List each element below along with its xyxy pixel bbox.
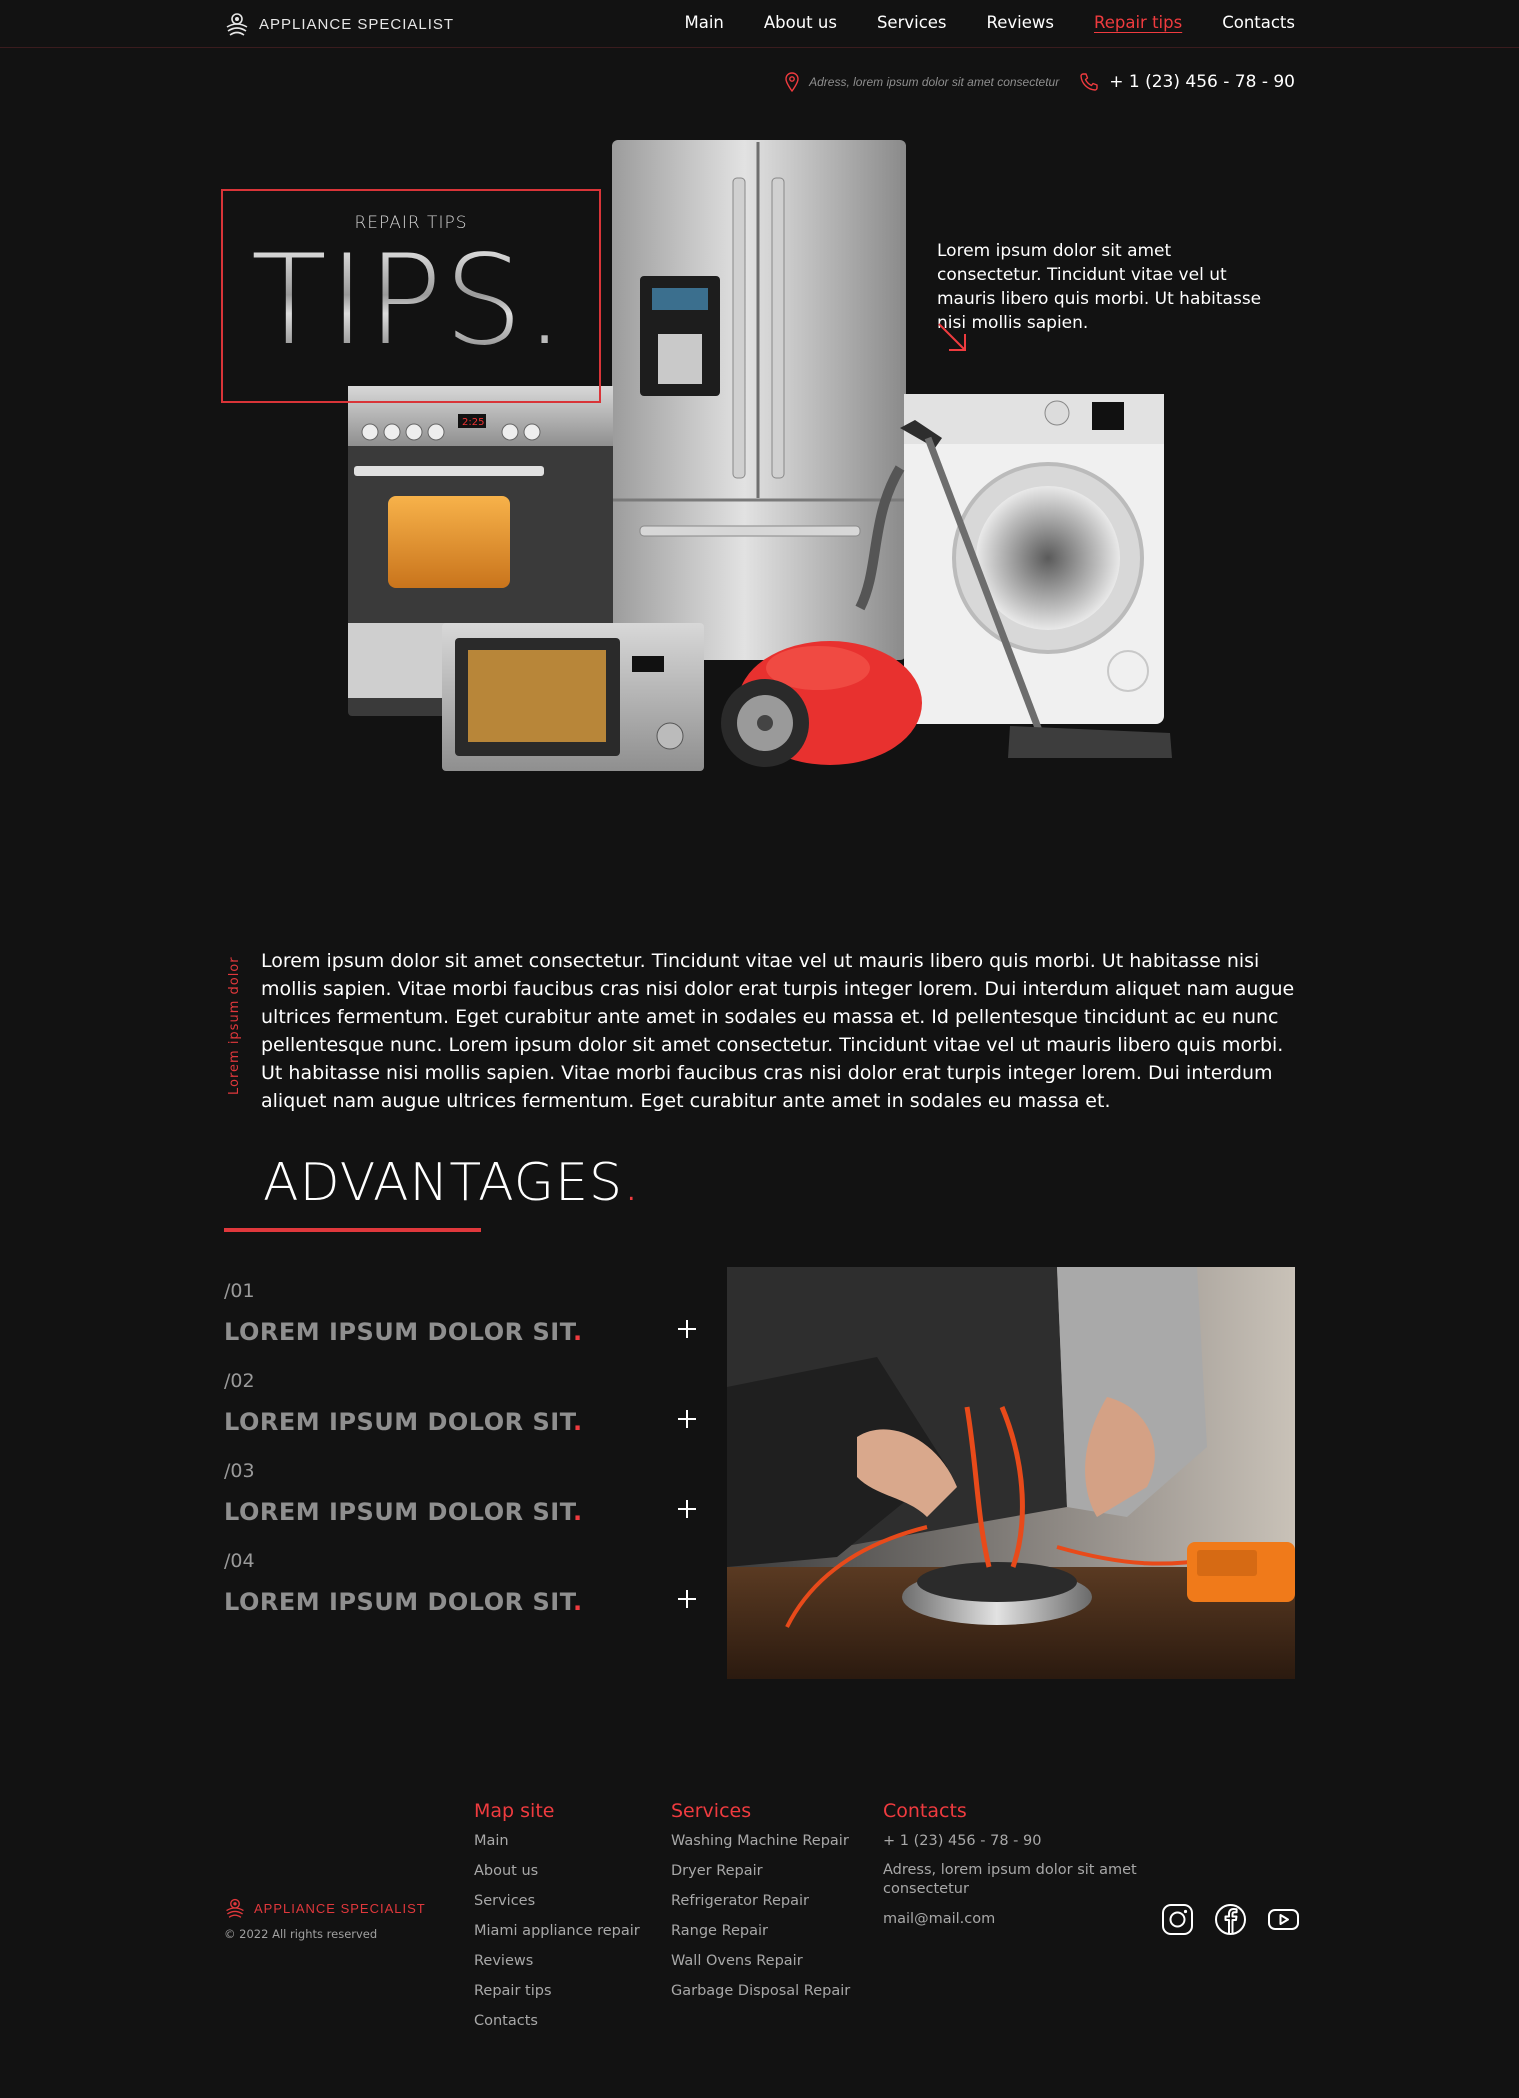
nav-services[interactable]: Services: [877, 13, 947, 32]
advantage-number: /01: [224, 1280, 255, 1302]
advantages-title-text: ADVANTAGES: [263, 1153, 623, 1213]
advantage-dot: .: [572, 1498, 583, 1526]
footer-address: Adress, lorem ipsum dolor sit amet conse…: [883, 1862, 1137, 1897]
phone-icon: [1080, 73, 1098, 91]
advantage-heading: LOREM IPSUM DOLOR SIT.: [224, 1498, 696, 1526]
advantage-item[interactable]: /02 LOREM IPSUM DOLOR SIT.: [224, 1370, 696, 1460]
vertical-section-label: Lorem ipsum dolor: [227, 956, 242, 1095]
plus-icon[interactable]: [678, 1410, 696, 1428]
plus-icon[interactable]: [678, 1500, 696, 1518]
footer-link[interactable]: Garbage Disposal Repair: [671, 1981, 850, 2001]
footer-link[interactable]: Dryer Repair: [671, 1861, 850, 1881]
footer-map-site: Map site Main About us Services Miami ap…: [474, 1800, 640, 2041]
advantage-heading: LOREM IPSUM DOLOR SIT.: [224, 1318, 696, 1346]
arrow-down-right-icon[interactable]: [937, 322, 969, 354]
footer-col-title: Contacts: [883, 1800, 967, 1822]
advantage-item[interactable]: /01 LOREM IPSUM DOLOR SIT.: [224, 1280, 696, 1370]
advantage-number: /02: [224, 1370, 255, 1392]
hero-title-dot: .: [524, 229, 567, 373]
contact-bar: Adress, lorem ipsum dolor sit amet conse…: [785, 72, 1295, 92]
repair-technician-photo: [727, 1267, 1295, 1679]
plus-icon[interactable]: [678, 1320, 696, 1338]
logo-text: APPLIANCE SPECIALIST: [259, 15, 455, 33]
advantage-number: /03: [224, 1460, 255, 1482]
advantages-title-dot: .: [622, 1153, 641, 1213]
advantage-heading: LOREM IPSUM DOLOR SIT.: [224, 1408, 696, 1436]
logo-icon: [226, 13, 248, 36]
header-phone[interactable]: + 1 (23) 456 - 78 - 90: [1109, 72, 1295, 92]
footer-email[interactable]: mail@mail.com: [883, 1909, 1143, 1929]
nav-repair-tips[interactable]: Repair tips: [1094, 13, 1182, 32]
main-nav: Main About us Services Reviews Repair ti…: [644, 13, 1295, 32]
svg-text:2:25: 2:25: [462, 417, 484, 428]
footer-link[interactable]: Refrigerator Repair: [671, 1891, 850, 1911]
advantage-dot: .: [572, 1318, 583, 1346]
footer-link[interactable]: Washing Machine Repair: [671, 1831, 850, 1851]
footer-contacts: Contacts + 1 (23) 456 - 78 - 90 Adress, …: [883, 1800, 1143, 1939]
advantage-number: /04: [224, 1550, 255, 1572]
footer-link[interactable]: Range Repair: [671, 1921, 850, 1941]
nav-about-us[interactable]: About us: [764, 13, 837, 32]
nav-reviews[interactable]: Reviews: [987, 13, 1054, 32]
copyright: © 2022 All rights reserved: [224, 1927, 378, 1941]
footer-services: Services Washing Machine Repair Dryer Re…: [671, 1800, 850, 2011]
footer-link[interactable]: Miami appliance repair: [474, 1921, 640, 1941]
plus-icon[interactable]: [678, 1590, 696, 1608]
hero-side-text: Lorem ipsum dolor sit amet consectetur. …: [937, 241, 1262, 333]
advantage-label: LOREM IPSUM DOLOR SIT: [224, 1588, 573, 1616]
nav-main[interactable]: Main: [684, 13, 723, 32]
advantage-dot: .: [572, 1588, 583, 1616]
hero-title: TIPS.: [251, 239, 566, 363]
advantages-underline: [224, 1228, 481, 1232]
header-address: Adress, lorem ipsum dolor sit amet conse…: [809, 75, 1060, 89]
logo-icon: [226, 1898, 244, 1918]
footer-link[interactable]: Reviews: [474, 1951, 640, 1971]
about-paragraph: Lorem ipsum dolor sit amet consectetur. …: [261, 950, 1295, 1112]
instagram-icon[interactable]: [1161, 1903, 1194, 1936]
footer-col-title: Map site: [474, 1800, 555, 1822]
youtube-icon[interactable]: [1267, 1903, 1300, 1936]
footer-link[interactable]: Services: [474, 1891, 640, 1911]
site-header: APPLIANCE SPECIALIST Main About us Servi…: [0, 0, 1519, 48]
hero-title-text: TIPS: [251, 229, 525, 373]
footer-link[interactable]: Main: [474, 1831, 640, 1851]
facebook-icon[interactable]: [1214, 1903, 1247, 1936]
advantage-heading: LOREM IPSUM DOLOR SIT.: [224, 1588, 696, 1616]
advantages-title: ADVANTAGES.: [263, 1157, 641, 1209]
advantage-item[interactable]: /04 LOREM IPSUM DOLOR SIT.: [224, 1550, 696, 1640]
advantage-label: LOREM IPSUM DOLOR SIT: [224, 1498, 573, 1526]
location-pin-icon: [785, 72, 799, 92]
footer-col-title: Services: [671, 1800, 752, 1822]
site-logo[interactable]: APPLIANCE SPECIALIST: [224, 11, 454, 37]
footer-phone[interactable]: + 1 (23) 456 - 78 - 90: [883, 1831, 1143, 1851]
advantage-item[interactable]: /03 LOREM IPSUM DOLOR SIT.: [224, 1460, 696, 1550]
advantage-label: LOREM IPSUM DOLOR SIT: [224, 1408, 573, 1436]
advantages-list: /01 LOREM IPSUM DOLOR SIT. /02 LOREM IPS…: [224, 1280, 696, 1640]
footer-link[interactable]: Wall Ovens Repair: [671, 1951, 850, 1971]
footer-logo[interactable]: APPLIANCE SPECIALIST: [224, 1897, 426, 1919]
footer-link[interactable]: Repair tips: [474, 1981, 640, 2001]
advantage-dot: .: [572, 1408, 583, 1436]
hero-title-box: REPAIR TIPS TIPS.: [221, 189, 601, 403]
nav-contacts[interactable]: Contacts: [1222, 13, 1295, 32]
footer-logo-text: APPLIANCE SPECIALIST: [254, 1900, 426, 1916]
footer-link[interactable]: About us: [474, 1861, 640, 1881]
social-links: [1161, 1903, 1300, 1936]
advantage-label: LOREM IPSUM DOLOR SIT: [224, 1318, 573, 1346]
footer-link[interactable]: Contacts: [474, 2011, 640, 2031]
